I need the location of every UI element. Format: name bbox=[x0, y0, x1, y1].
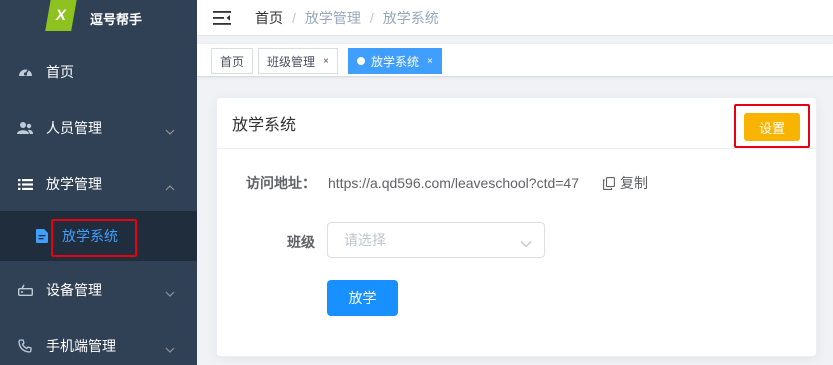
tab-label: 首页 bbox=[220, 54, 245, 69]
chevron-down-icon bbox=[520, 235, 532, 251]
dismiss-button[interactable]: 放学 bbox=[327, 280, 398, 316]
class-label: 班级 bbox=[287, 234, 315, 250]
sidebar-item-dismissal[interactable]: 放学管理 bbox=[0, 156, 197, 212]
sidebar-item-label: 首页 bbox=[46, 64, 74, 80]
copy-button[interactable]: 复制 bbox=[603, 173, 648, 193]
tags-view: 首页 班级管理 × 放学系统 × bbox=[197, 44, 833, 77]
chevron-down-icon bbox=[165, 340, 175, 356]
sidebar-item-mobile[interactable]: 手机端管理 bbox=[0, 318, 197, 365]
dismissal-card: 放学系统 设置 访问地址： https://a.qd596.com/leaves… bbox=[216, 97, 817, 357]
logo-mark-icon: X bbox=[45, 0, 77, 31]
sidebar-item-home[interactable]: 首页 bbox=[0, 44, 197, 100]
close-icon[interactable]: × bbox=[323, 56, 329, 67]
sidebar-item-people[interactable]: 人员管理 bbox=[0, 100, 197, 156]
tab-dismissal-system[interactable]: 放学系统 × bbox=[348, 48, 442, 74]
sidebar: X 逗号帮手 首页 人员管理 放学管理 放学系统 设备管理 手机端管理 bbox=[0, 0, 197, 365]
breadcrumb: 首页 / 放学管理 / 放学系统 bbox=[255, 8, 439, 28]
dashboard-icon bbox=[17, 64, 33, 80]
app-logo[interactable]: X 逗号帮手 bbox=[0, 0, 197, 36]
phone-icon bbox=[17, 338, 33, 354]
breadcrumb-item: 放学管理 bbox=[304, 9, 361, 26]
document-icon bbox=[36, 229, 48, 243]
active-dot-icon bbox=[357, 57, 365, 65]
tab-home[interactable]: 首页 bbox=[211, 48, 253, 74]
sidebar-item-devices[interactable]: 设备管理 bbox=[0, 262, 197, 318]
chevron-down-icon bbox=[165, 122, 175, 138]
tab-label: 班级管理 bbox=[267, 54, 316, 69]
breadcrumb-item: 放学系统 bbox=[382, 9, 439, 26]
highlight-box bbox=[51, 219, 137, 257]
url-label: 访问地址： bbox=[246, 175, 316, 191]
sidebar-item-label: 人员管理 bbox=[46, 120, 102, 136]
url-value: https://a.qd596.com/leaveschool?ctd=47 bbox=[328, 175, 580, 191]
card-header: 放学系统 设置 bbox=[217, 98, 816, 149]
navbar: 首页 / 放学管理 / 放学系统 bbox=[197, 0, 833, 36]
app-name: 逗号帮手 bbox=[90, 11, 143, 27]
class-select[interactable]: 请选择 bbox=[327, 222, 545, 258]
chevron-up-icon bbox=[165, 178, 175, 194]
sidebar-item-label: 设备管理 bbox=[46, 282, 102, 298]
tab-label: 放学系统 bbox=[371, 54, 420, 69]
chevron-down-icon bbox=[165, 284, 175, 300]
class-select-placeholder: 请选择 bbox=[344, 232, 386, 248]
hamburger-icon[interactable] bbox=[213, 10, 231, 25]
sidebar-item-label: 手机端管理 bbox=[46, 338, 116, 354]
close-icon[interactable]: × bbox=[427, 56, 433, 67]
tab-class-management[interactable]: 班级管理 × bbox=[258, 48, 338, 74]
device-icon bbox=[17, 282, 33, 298]
class-label-row: 班级 bbox=[287, 232, 315, 252]
copy-label: 复制 bbox=[620, 175, 649, 191]
sidebar-item-label: 放学管理 bbox=[46, 176, 102, 192]
list-icon bbox=[17, 176, 33, 192]
breadcrumb-item[interactable]: 首页 bbox=[255, 8, 283, 28]
people-icon bbox=[17, 120, 33, 136]
copy-icon bbox=[603, 176, 615, 190]
card-title: 放学系统 bbox=[232, 117, 297, 134]
url-row: 访问地址： https://a.qd596.com/leaveschool?ct… bbox=[246, 173, 648, 193]
highlight-box bbox=[734, 104, 810, 148]
